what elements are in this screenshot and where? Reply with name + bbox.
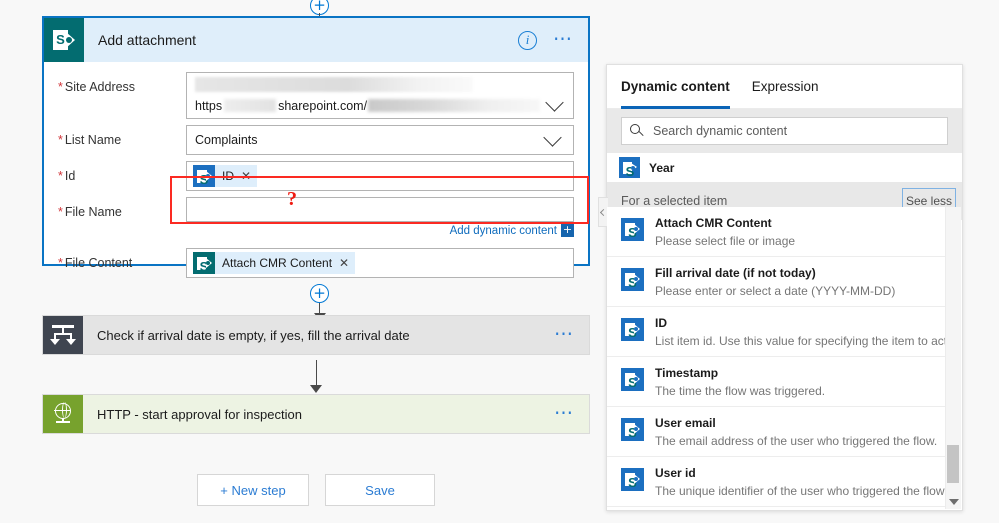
control-condition-icon <box>43 316 83 354</box>
panel-tabs: Dynamic content Expression <box>607 65 962 109</box>
flow-step-title: Check if arrival date is empty, if yes, … <box>97 327 410 343</box>
flow-step-http[interactable]: HTTP - start approval for inspection ⋯ <box>42 394 590 434</box>
connector-condition-to-http <box>310 360 322 393</box>
required-asterisk: * <box>58 80 63 94</box>
add-dynamic-content-row[interactable]: Add dynamic content + <box>186 222 574 239</box>
search-container: Search dynamic content <box>607 109 962 153</box>
list-item-desc: The time the flow was triggered. <box>655 384 826 398</box>
power-automate-flow-designer: + Add attachment i ⋯ *Site Address <box>0 0 999 523</box>
question-mark-annotation: ? <box>287 188 297 210</box>
close-icon[interactable]: ✕ <box>339 256 349 270</box>
down-arrow-icon <box>310 385 322 393</box>
sharepoint-token-icon <box>621 368 644 393</box>
flow-step-title: HTTP - start approval for inspection <box>97 406 302 422</box>
sharepoint-token-icon <box>621 218 644 243</box>
flow-designer-canvas: + Add attachment i ⋯ *Site Address <box>0 0 600 523</box>
group-label: For a selected item <box>621 194 728 208</box>
field-site-address: * Site Address https sharepoint.com/ <box>58 72 574 119</box>
list-item-desc: The email address of the user who trigge… <box>655 434 938 448</box>
dynamic-item-year[interactable]: Year <box>607 153 962 182</box>
globe-icon <box>43 395 83 433</box>
sharepoint-token-icon <box>193 252 215 277</box>
list-item-desc: List item id. Use this value for specify… <box>655 334 947 348</box>
list-name-value: Complaints <box>195 133 258 147</box>
list-item[interactable]: ID List item id. Use this value for spec… <box>607 307 947 357</box>
field-label-file-name: * File Name <box>58 205 122 219</box>
list-item-desc: The unique identifier of the user who tr… <box>655 484 947 498</box>
list-item-name: Attach CMR Content <box>655 216 772 230</box>
field-label-site-address: * Site Address <box>58 80 136 94</box>
required-asterisk: * <box>58 256 63 270</box>
list-item-desc: Please select file or image <box>655 234 796 248</box>
add-dynamic-content-link[interactable]: Add dynamic content <box>450 225 557 237</box>
required-asterisk: * <box>58 169 63 183</box>
list-item[interactable]: Timestamp The time the flow was triggere… <box>607 357 947 407</box>
sharepoint-token-icon <box>621 418 644 443</box>
sharepoint-token-icon <box>621 468 644 493</box>
ellipsis-icon[interactable]: ⋯ <box>554 404 575 423</box>
file-name-highlight-annotation <box>170 176 589 224</box>
list-item-name: User id <box>655 466 696 480</box>
action-card-add-attachment[interactable]: Add attachment i ⋯ *Site Address https <box>42 16 590 278</box>
chevron-left-icon <box>599 208 608 216</box>
list-item-desc: Please enter or select a date (YYYY-MM-D… <box>655 284 896 298</box>
required-asterisk: * <box>58 205 63 219</box>
search-input[interactable]: Search dynamic content <box>621 117 948 145</box>
list-item[interactable]: Fill arrival date (if not today) Please … <box>607 257 947 307</box>
list-item-name: User email <box>655 416 716 430</box>
list-name-input[interactable]: Complaints <box>186 125 574 155</box>
dynamic-content-list[interactable]: Attach CMR Content Please select file or… <box>607 207 947 510</box>
field-file-content: * File Content S Attach CMR Content ✕ <box>58 248 574 278</box>
list-item[interactable]: User email The email address of the user… <box>607 407 947 457</box>
field-list-name: * List Name Complaints <box>58 125 574 155</box>
search-icon <box>630 124 644 138</box>
new-step-button[interactable]: + New step <box>197 474 309 506</box>
list-item-name: ID <box>655 316 667 330</box>
sharepoint-token-icon <box>621 268 644 293</box>
info-icon[interactable]: i <box>518 30 537 50</box>
flow-step-condition[interactable]: Check if arrival date is empty, if yes, … <box>42 315 590 355</box>
redacted-site-path <box>368 99 540 112</box>
field-label-id: * Id <box>58 169 76 183</box>
redacted-tenant <box>224 99 277 112</box>
tab-expression[interactable]: Expression <box>752 65 819 109</box>
token-chip-attach-cmr-content[interactable]: Attach CMR Content ✕ <box>193 252 356 277</box>
action-card-title: Add attachment <box>98 32 197 48</box>
scroll-down-arrow-icon[interactable] <box>948 499 959 505</box>
action-card-header[interactable]: Add attachment i ⋯ <box>44 18 588 62</box>
dynamic-item-label: Year <box>649 160 675 175</box>
redacted-value-line <box>195 77 473 92</box>
chevron-down-icon[interactable] <box>545 93 564 112</box>
list-item[interactable]: User id The unique identifier of the use… <box>607 457 947 507</box>
tab-dynamic-content[interactable]: Dynamic content <box>621 65 730 109</box>
plus-icon[interactable]: + <box>561 224 574 237</box>
token-label: Attach CMR Content <box>222 256 333 270</box>
field-label-list-name: * List Name <box>58 133 122 147</box>
list-item-name: Timestamp <box>655 366 719 380</box>
chevron-down-icon[interactable] <box>543 128 562 147</box>
sharepoint-icon <box>44 18 84 62</box>
list-item[interactable]: Attach CMR Content Please select file or… <box>607 207 947 257</box>
search-placeholder: Search dynamic content <box>653 124 788 138</box>
sharepoint-token-icon <box>621 318 644 343</box>
sharepoint-token-icon <box>619 157 640 182</box>
file-content-input[interactable]: Attach CMR Content ✕ <box>186 248 574 278</box>
site-address-input[interactable]: https sharepoint.com/ <box>186 72 574 119</box>
field-label-file-content: * File Content <box>58 256 133 270</box>
ellipsis-icon[interactable]: ⋯ <box>554 325 575 344</box>
panel-scrollbar[interactable] <box>945 207 961 509</box>
site-address-url-prefix: https <box>195 98 223 113</box>
list-item[interactable]: User name The display name of the user w… <box>607 507 947 510</box>
ellipsis-icon[interactable]: ⋯ <box>553 30 574 49</box>
save-button[interactable]: Save <box>325 474 435 506</box>
dynamic-content-panel: Dynamic content Expression Search dynami… <box>598 64 963 511</box>
site-address-url-domain: sharepoint.com/ <box>278 98 368 113</box>
scrollbar-thumb[interactable] <box>947 445 959 483</box>
required-asterisk: * <box>58 133 63 147</box>
list-item-name: Fill arrival date (if not today) <box>655 266 816 280</box>
insert-step-node-1[interactable]: + <box>310 284 329 303</box>
